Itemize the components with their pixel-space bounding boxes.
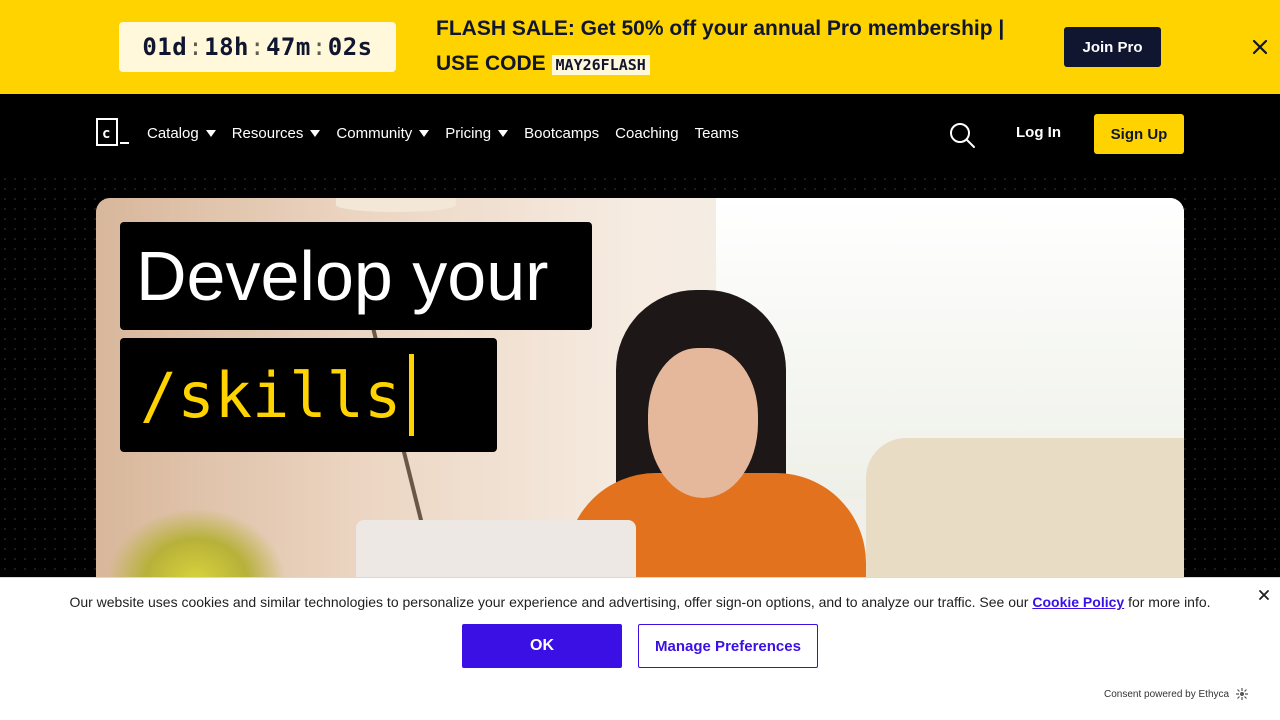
nav-item-teams[interactable]: Teams bbox=[695, 121, 739, 145]
subline-text: /skills bbox=[140, 358, 402, 432]
countdown-seconds: 02s bbox=[327, 33, 373, 61]
countdown-timer: 01d : 18h : 47m : 02s bbox=[119, 22, 396, 72]
hero-lamp bbox=[336, 198, 456, 212]
login-button[interactable]: Log In bbox=[1016, 124, 1061, 141]
countdown-separator: : bbox=[311, 33, 327, 61]
manage-preferences-button[interactable]: Manage Preferences bbox=[638, 624, 818, 668]
search-icon[interactable] bbox=[948, 121, 976, 149]
nav-item-catalog[interactable]: Catalog bbox=[147, 121, 216, 145]
consent-powered-by: Consent powered by Ethyca bbox=[1104, 687, 1250, 701]
cookie-policy-link[interactable]: Cookie Policy bbox=[1032, 594, 1124, 610]
countdown-separator: : bbox=[250, 33, 265, 61]
promo-message: FLASH SALE: Get 50% off your annual Pro … bbox=[436, 11, 1036, 83]
cookie-text: Our website uses cookies and similar tec… bbox=[69, 594, 1029, 610]
text-cursor bbox=[409, 354, 415, 436]
hero-headline: Develop your bbox=[120, 222, 592, 330]
nav-item-label: Teams bbox=[694, 124, 739, 142]
countdown-separator: : bbox=[188, 33, 204, 61]
ok-button[interactable]: OK bbox=[462, 624, 622, 668]
join-pro-button[interactable]: Join Pro bbox=[1064, 27, 1161, 67]
svg-text:c: c bbox=[102, 126, 110, 142]
caret-down-icon bbox=[498, 129, 509, 137]
nav-item-label: Resources bbox=[231, 124, 304, 142]
promo-code: MAY26FLASH bbox=[551, 55, 650, 75]
nav-links: Catalog Resources Community Pricing Boot… bbox=[147, 121, 755, 145]
countdown-minutes: 47m bbox=[265, 33, 311, 61]
nav-item-pricing[interactable]: Pricing bbox=[445, 121, 509, 145]
nav-item-label: Pricing bbox=[445, 124, 492, 142]
nav-item-label: Coaching bbox=[615, 124, 679, 142]
nav-item-bootcamps[interactable]: Bootcamps bbox=[524, 121, 599, 145]
nav-item-label: Community bbox=[336, 124, 413, 142]
caret-down-icon bbox=[419, 129, 430, 137]
caret-down-icon bbox=[310, 129, 321, 137]
nav-item-community[interactable]: Community bbox=[336, 121, 430, 145]
headline-text: Develop your bbox=[136, 237, 549, 315]
hero-couch bbox=[866, 438, 1184, 598]
consent-text: Consent powered by Ethyca bbox=[1104, 688, 1230, 700]
nav-item-label: Catalog bbox=[147, 124, 199, 142]
hero-person-face bbox=[648, 348, 758, 498]
nav-item-label: Bootcamps bbox=[524, 124, 600, 142]
codecademy-logo-icon[interactable]: c bbox=[96, 118, 130, 146]
caret-down-icon bbox=[205, 129, 216, 137]
nav-item-resources[interactable]: Resources bbox=[232, 121, 321, 145]
promo-text: FLASH SALE: Get 50% off your annual Pro … bbox=[436, 17, 1005, 75]
ethyca-logo-icon bbox=[1236, 688, 1249, 700]
promo-banner: 01d : 18h : 47m : 02s FLASH SALE: Get 50… bbox=[0, 0, 1280, 94]
countdown-hours: 18h bbox=[204, 33, 250, 61]
cookie-text-after: for more info. bbox=[1128, 594, 1211, 610]
close-icon[interactable] bbox=[1257, 588, 1271, 602]
signup-button[interactable]: Sign Up bbox=[1094, 114, 1184, 154]
countdown-days: 01d bbox=[142, 33, 188, 61]
nav-item-coaching[interactable]: Coaching bbox=[615, 121, 678, 145]
cookie-message: Our website uses cookies and similar tec… bbox=[0, 594, 1280, 610]
hero-subline: /skills bbox=[120, 338, 497, 452]
close-icon[interactable] bbox=[1250, 37, 1270, 57]
cookie-banner: Our website uses cookies and similar tec… bbox=[0, 577, 1280, 720]
